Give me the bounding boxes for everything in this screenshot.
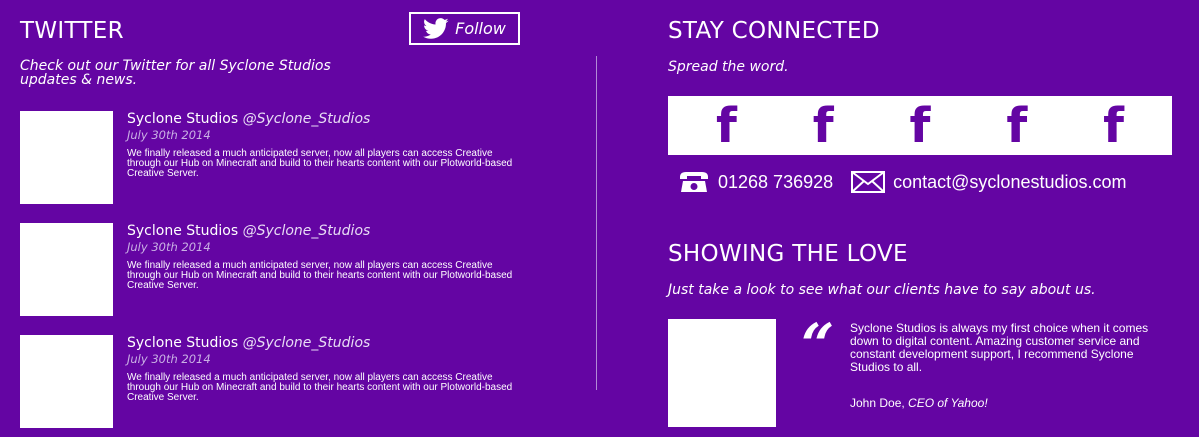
testimonial-author-role: CEO of Yahoo! bbox=[908, 396, 988, 410]
stay-connected-subtitle: Spread the word. bbox=[668, 59, 789, 75]
tweet-author: Syclone Studios @Syclone_Studios bbox=[127, 111, 370, 127]
stay-connected-heading: STAY CONNECTED bbox=[668, 18, 880, 44]
twitter-heading: TWITTER bbox=[20, 18, 124, 44]
tweet-text: We finally released a much anticipated s… bbox=[127, 148, 513, 179]
contact-row: 01268 736928 contact@syclonestudios.com bbox=[678, 171, 1145, 193]
testimonial-author-name: John Doe, bbox=[850, 396, 905, 410]
client-avatar bbox=[668, 319, 776, 427]
facebook-share-icon[interactable]: f bbox=[1006, 102, 1027, 150]
tweet-author-name: Syclone Studios bbox=[127, 335, 239, 351]
follow-label: Follow bbox=[455, 19, 506, 38]
facebook-share-icon[interactable]: f bbox=[1103, 102, 1124, 150]
tweet-author-name: Syclone Studios bbox=[127, 111, 239, 127]
phone-contact: 01268 736928 bbox=[678, 171, 833, 193]
tweet-author: Syclone Studios @Syclone_Studios bbox=[127, 335, 370, 351]
twitter-section: TWITTER Follow Check out our Twitter for… bbox=[0, 0, 597, 437]
tweet-date: July 30th 2014 bbox=[127, 128, 211, 142]
follow-button[interactable]: Follow bbox=[409, 12, 520, 45]
connect-section: STAY CONNECTED Spread the word. f f f f … bbox=[668, 0, 1188, 437]
tweet-author: Syclone Studios @Syclone_Studios bbox=[127, 223, 370, 239]
phone-icon bbox=[680, 172, 708, 192]
twitter-bird-icon bbox=[423, 17, 449, 39]
tweet-date: July 30th 2014 bbox=[127, 352, 211, 366]
showing-love-subtitle: Just take a look to see what our clients… bbox=[668, 282, 1096, 298]
column-divider bbox=[596, 56, 597, 390]
testimonial-text: Syclone Studios is always my first choic… bbox=[850, 321, 1149, 374]
tweet-item: Syclone Studios @Syclone_Studios July 30… bbox=[20, 111, 590, 206]
facebook-share-icon[interactable]: f bbox=[910, 102, 931, 150]
testimonial-author: John Doe, CEO of Yahoo! bbox=[850, 396, 988, 410]
tweet-avatar bbox=[20, 335, 113, 428]
tweet-text: We finally released a much anticipated s… bbox=[127, 372, 513, 403]
facebook-share-icon[interactable]: f bbox=[813, 102, 834, 150]
tweet-item: Syclone Studios @Syclone_Studios July 30… bbox=[20, 223, 590, 318]
tweet-handle-link[interactable]: @Syclone_Studios bbox=[243, 335, 371, 351]
phone-number[interactable]: 01268 736928 bbox=[718, 172, 833, 193]
tweet-item: Syclone Studios @Syclone_Studios July 30… bbox=[20, 335, 590, 430]
tweet-handle-link[interactable]: @Syclone_Studios bbox=[243, 223, 371, 239]
tweet-avatar bbox=[20, 111, 113, 204]
twitter-subtitle: Check out our Twitter for all Syclone St… bbox=[20, 58, 331, 88]
share-bar: f f f f f bbox=[668, 96, 1172, 155]
showing-love-heading: SHOWING THE LOVE bbox=[668, 241, 908, 267]
tweet-date: July 30th 2014 bbox=[127, 240, 211, 254]
facebook-share-icon[interactable]: f bbox=[716, 102, 737, 150]
tweet-avatar bbox=[20, 223, 113, 316]
tweet-handle-link[interactable]: @Syclone_Studios bbox=[243, 111, 371, 127]
tweet-author-name: Syclone Studios bbox=[127, 223, 239, 239]
envelope-icon bbox=[851, 171, 886, 193]
tweet-text: We finally released a much anticipated s… bbox=[127, 260, 513, 291]
email-contact: contact@syclonestudios.com bbox=[851, 171, 1127, 193]
quote-icon: “ bbox=[801, 311, 835, 379]
email-address[interactable]: contact@syclonestudios.com bbox=[893, 172, 1126, 193]
